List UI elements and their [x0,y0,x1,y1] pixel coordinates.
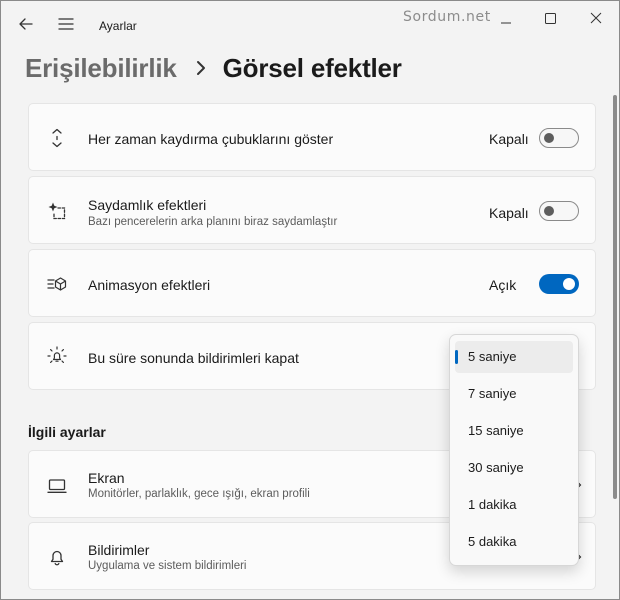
dropdown-option-label: 30 saniye [468,460,524,475]
animation-icon [47,277,67,291]
setting-title: Saydamlık efektleri [88,197,207,213]
related-settings-heading: İlgili ayarlar [28,424,106,440]
notification-timer-icon [47,346,67,363]
selection-indicator [455,350,458,364]
chevron-right-icon [196,61,205,75]
setting-card-transparency: Saydamlık efektleri Bazı pencerelerin ar… [28,176,596,244]
related-item-title: Bildirimler [88,542,150,558]
dropdown-option-label: 1 dakika [468,497,517,512]
setting-title: Animasyon efektleri [88,277,211,293]
settings-window: Ayarlar Sordum.net Erişilebilirlik Görse… [0,0,620,600]
setting-description: Bazı pencerelerin arka planını biraz say… [88,216,338,228]
bell-icon [50,550,64,566]
scroll-arrows-icon [52,128,62,148]
transparency-toggle[interactable] [539,201,579,221]
toggle-state-label: Kapalı [489,205,529,221]
hamburger-menu-icon[interactable] [55,13,77,35]
title-bar: Ayarlar Sordum.net [1,1,619,45]
dropdown-option[interactable]: 7 saniye [455,378,573,410]
sparkle-transparency-icon [48,202,66,220]
dropdown-option[interactable]: 1 dakika [455,489,573,521]
window-title: Ayarlar [99,19,137,33]
toggle-state-label: Açık [489,277,517,293]
dropdown-option[interactable]: 5 dakika [455,526,573,558]
toggle-knob [563,278,575,290]
maximize-icon[interactable] [535,7,565,31]
setting-title: Bu süre sonunda bildirimleri kapat [88,350,299,366]
timeout-dropdown-menu: 5 saniye 7 saniye 15 saniye 30 saniye 1 … [449,334,579,566]
related-item-description: Uygulama ve sistem bildirimleri [88,560,247,572]
setting-card-animation: Animasyon efektleri Açık [28,249,596,317]
animation-toggle[interactable] [539,274,579,294]
close-icon[interactable] [581,7,611,31]
watermark-text: Sordum.net [403,9,491,25]
toggle-state-label: Kapalı [489,131,529,147]
setting-card-scrollbars: Her zaman kaydırma çubuklarını göster Ka… [28,103,596,171]
back-arrow-icon[interactable] [15,13,37,35]
dropdown-option-label: 7 saniye [468,386,517,401]
dropdown-option-label: 5 dakika [468,534,517,549]
dropdown-option[interactable]: 30 saniye [455,452,573,484]
toggle-knob [544,133,554,143]
dropdown-option-label: 15 saniye [468,423,524,438]
breadcrumb: Erişilebilirlik Görsel efektler [25,51,402,85]
related-item-description: Monitörler, parlaklık, gece ışığı, ekran… [88,488,310,500]
dropdown-option-label: 5 saniye [468,349,517,364]
minimize-icon[interactable] [491,7,521,31]
setting-title: Her zaman kaydırma çubuklarını göster [88,131,334,147]
dropdown-option[interactable]: 15 saniye [455,415,573,447]
vertical-scrollbar[interactable] [613,95,617,499]
breadcrumb-parent-link[interactable]: Erişilebilirlik [25,53,177,84]
related-item-title: Ekran [88,470,125,486]
page-title: Görsel efektler [222,52,402,83]
toggle-knob [544,206,554,216]
dropdown-option-selected[interactable]: 5 saniye [455,341,573,373]
scrollbars-toggle[interactable] [539,128,579,148]
monitor-icon [47,479,67,493]
